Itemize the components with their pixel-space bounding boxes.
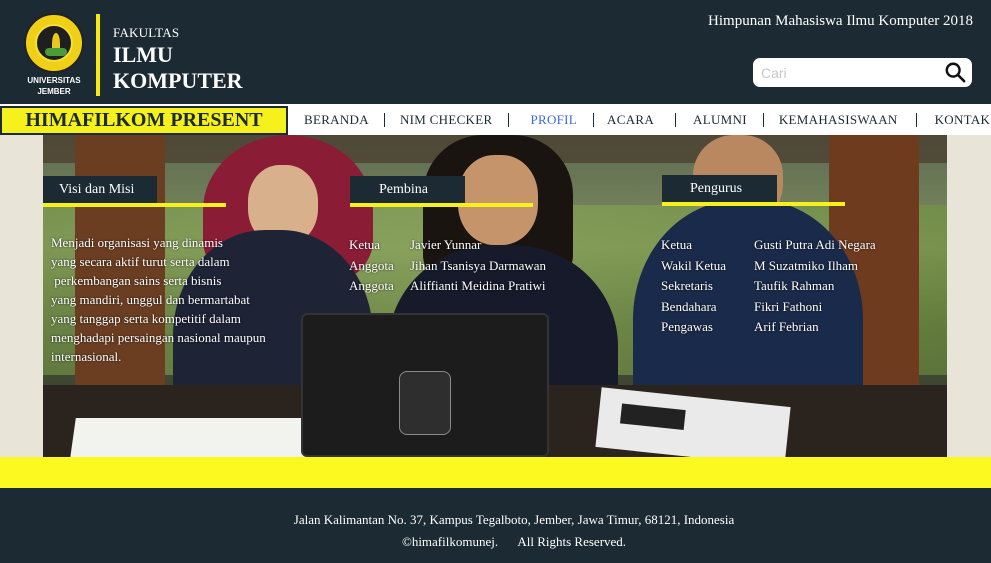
- logo-caption-line1: UNIVERSITAS: [27, 76, 81, 85]
- faculty-name: ILMU KOMPUTER: [113, 42, 243, 94]
- member-name: Taufik Rahman: [754, 278, 835, 293]
- logo-caption-line2: JEMBER: [37, 87, 71, 96]
- nav-item-kontak[interactable]: KONTAK: [935, 112, 991, 128]
- member-name: Aliffianti Meidina Pratiwi: [410, 278, 546, 293]
- footer-rights: All Rights Reserved.: [517, 534, 627, 549]
- footer-handle[interactable]: ©himafilkomunej.: [402, 534, 498, 549]
- visi-line: yang tanggap serta kompetitif dalam: [51, 311, 241, 326]
- role-label: Sekretaris: [661, 278, 713, 293]
- nav-separator: [675, 112, 677, 127]
- nav-separator: [762, 112, 764, 127]
- main-nav: HIMAFILKOM PRESENT BERANDA NIM CHECKER P…: [0, 101, 991, 135]
- visi-line: yang mandiri, unggul dan bermartabat: [51, 292, 250, 307]
- list-item: Ketua Gusti Putra Adi Negara: [661, 237, 901, 258]
- faculty-label: FAKULTAS: [113, 25, 180, 40]
- faculty-name-line1: ILMU: [113, 42, 173, 67]
- nav-item-profil[interactable]: PROFIL: [530, 112, 577, 128]
- nav-separator: [915, 112, 917, 127]
- present-banner: HIMAFILKOM PRESENT: [0, 106, 288, 135]
- pembina-list: Ketua Javier Yunnar Anggota Jihan Tsanis…: [349, 237, 579, 299]
- visi-line: yang secara aktif turut serta dalam: [51, 254, 230, 269]
- pengurus-heading: Pengurus: [662, 175, 777, 202]
- nav-menu: BERANDA NIM CHECKER PROFIL ACARA ALUMNI …: [288, 104, 991, 135]
- nav-item-acara[interactable]: ACARA: [607, 112, 654, 128]
- logo-caption: UNIVERSITAS JEMBER: [22, 75, 86, 97]
- pengurus-list: Ketua Gusti Putra Adi Negara Wakil Ketua…: [661, 237, 901, 340]
- nav-item-beranda[interactable]: BERANDA: [304, 112, 369, 128]
- search-icon[interactable]: [944, 61, 966, 83]
- faculty-name-line2: KOMPUTER: [113, 68, 243, 93]
- nav-item-kemahasiswaan[interactable]: KEMAHASISWAAN: [779, 112, 898, 128]
- laptop-image: [301, 313, 549, 457]
- visi-line: perkembangan sains serta bisnis: [51, 273, 222, 288]
- member-name: Gusti Putra Adi Negara: [754, 237, 876, 252]
- nav-item-alumni[interactable]: ALUMNI: [693, 112, 747, 128]
- visi-misi-heading: Visi dan Misi: [43, 176, 157, 203]
- list-item: Ketua Javier Yunnar: [349, 237, 579, 258]
- footer-copyright: ©himafilkomunej. All Rights Reserved.: [0, 534, 991, 550]
- member-name: Fikri Fathoni: [754, 298, 823, 314]
- role-label: Anggota: [349, 278, 394, 293]
- yellow-band: [0, 457, 991, 488]
- pembina-heading: Pembina: [350, 176, 465, 203]
- nav-separator: [593, 112, 595, 127]
- member-name: M Suzatmiko Ilham: [754, 257, 858, 273]
- site-footer: Jalan Kalimantan No. 37, Kampus Tegalbot…: [0, 488, 991, 563]
- footer-address: Jalan Kalimantan No. 37, Kampus Tegalbot…: [293, 512, 735, 527]
- member-name: Arif Febrian: [754, 319, 819, 334]
- hero-section: Visi dan Misi Menjadi organisasi yang di…: [0, 135, 991, 457]
- member-name: Javier Yunnar: [410, 237, 482, 252]
- nav-separator: [383, 112, 385, 127]
- visi-misi-underline: [43, 203, 226, 207]
- visi-line: menghadapi persaingan nasional maupun: [51, 330, 266, 345]
- organization-name: Himpunan Mahasiswa Ilmu Komputer 2018: [708, 13, 973, 29]
- search-input[interactable]: [761, 62, 941, 83]
- role-label: Ketua: [349, 237, 381, 252]
- nav-separator: [508, 112, 510, 127]
- member-name: Jihan Tsanisya Darmawan: [410, 257, 547, 273]
- list-item: Wakil Ketua M Suzatmiko Ilham: [661, 258, 901, 279]
- role-label: Ketua: [661, 237, 693, 252]
- visi-line: Menjadi organisasi yang dinamis: [51, 235, 223, 250]
- role-label: Wakil Ketua: [661, 257, 727, 273]
- pengurus-underline: [662, 202, 845, 206]
- university-seal-icon: [24, 13, 84, 73]
- list-item: Sekretaris Taufik Rahman: [661, 278, 901, 299]
- role-label: Pengawas: [661, 319, 713, 334]
- list-item: Pengawas Arif Febrian: [661, 319, 901, 340]
- list-item: Anggota Aliffianti Meidina Pratiwi: [349, 278, 579, 299]
- site-header: UNIVERSITAS JEMBER FAKULTAS ILMU KOMPUTE…: [0, 0, 991, 101]
- visi-misi-text: Menjadi organisasi yang dinamis yang sec…: [51, 233, 291, 366]
- role-label: Anggota: [349, 257, 394, 273]
- university-logo[interactable]: UNIVERSITAS JEMBER: [22, 13, 86, 97]
- list-item: Anggota Jihan Tsanisya Darmawan: [349, 258, 579, 279]
- search-box[interactable]: [753, 58, 972, 87]
- brand-divider: [96, 14, 100, 96]
- nav-item-nim-checker[interactable]: NIM CHECKER: [400, 112, 493, 128]
- role-label: Bendahara: [661, 298, 717, 314]
- visi-line: internasional.: [51, 349, 122, 364]
- pembina-underline: [350, 203, 533, 207]
- list-item: Bendahara Fikri Fathoni: [661, 299, 901, 320]
